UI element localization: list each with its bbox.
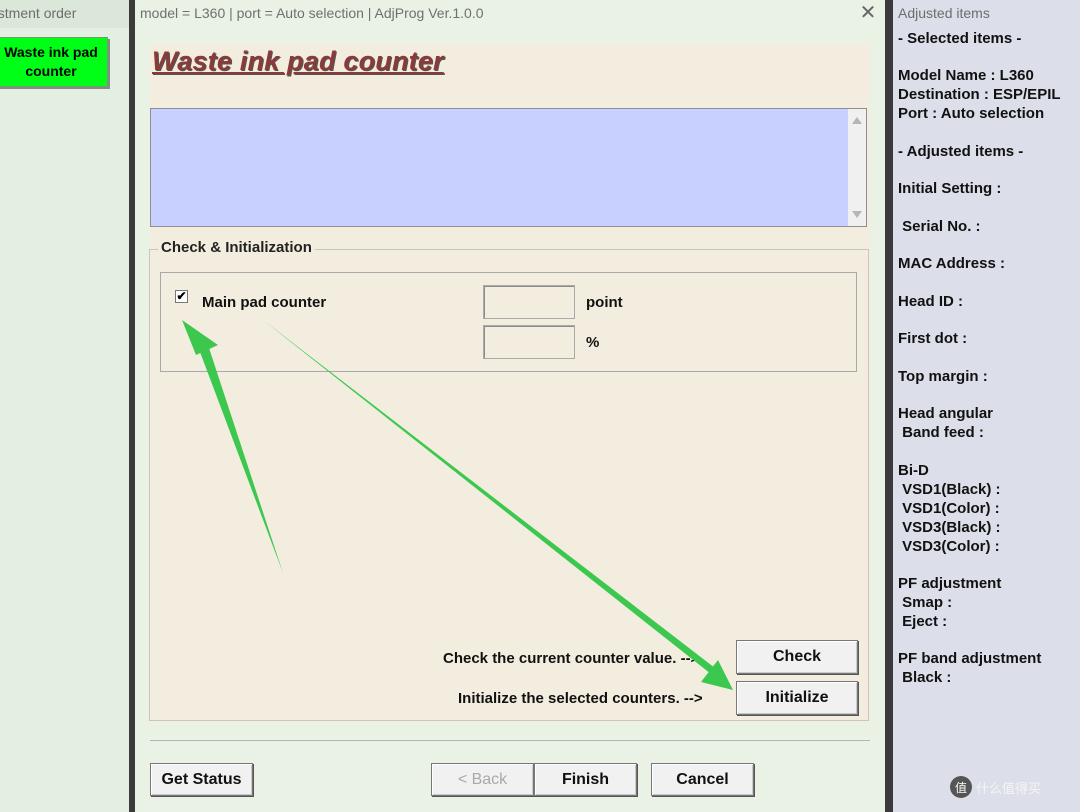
annotation-arrows	[182, 320, 733, 690]
arrow-to-initialize	[263, 320, 733, 690]
watermark: 值 什么值得买	[950, 776, 1041, 798]
watermark-logo: 值	[950, 776, 972, 798]
arrow-to-checkbox	[182, 320, 283, 573]
watermark-text: 什么值得买	[976, 780, 1042, 796]
